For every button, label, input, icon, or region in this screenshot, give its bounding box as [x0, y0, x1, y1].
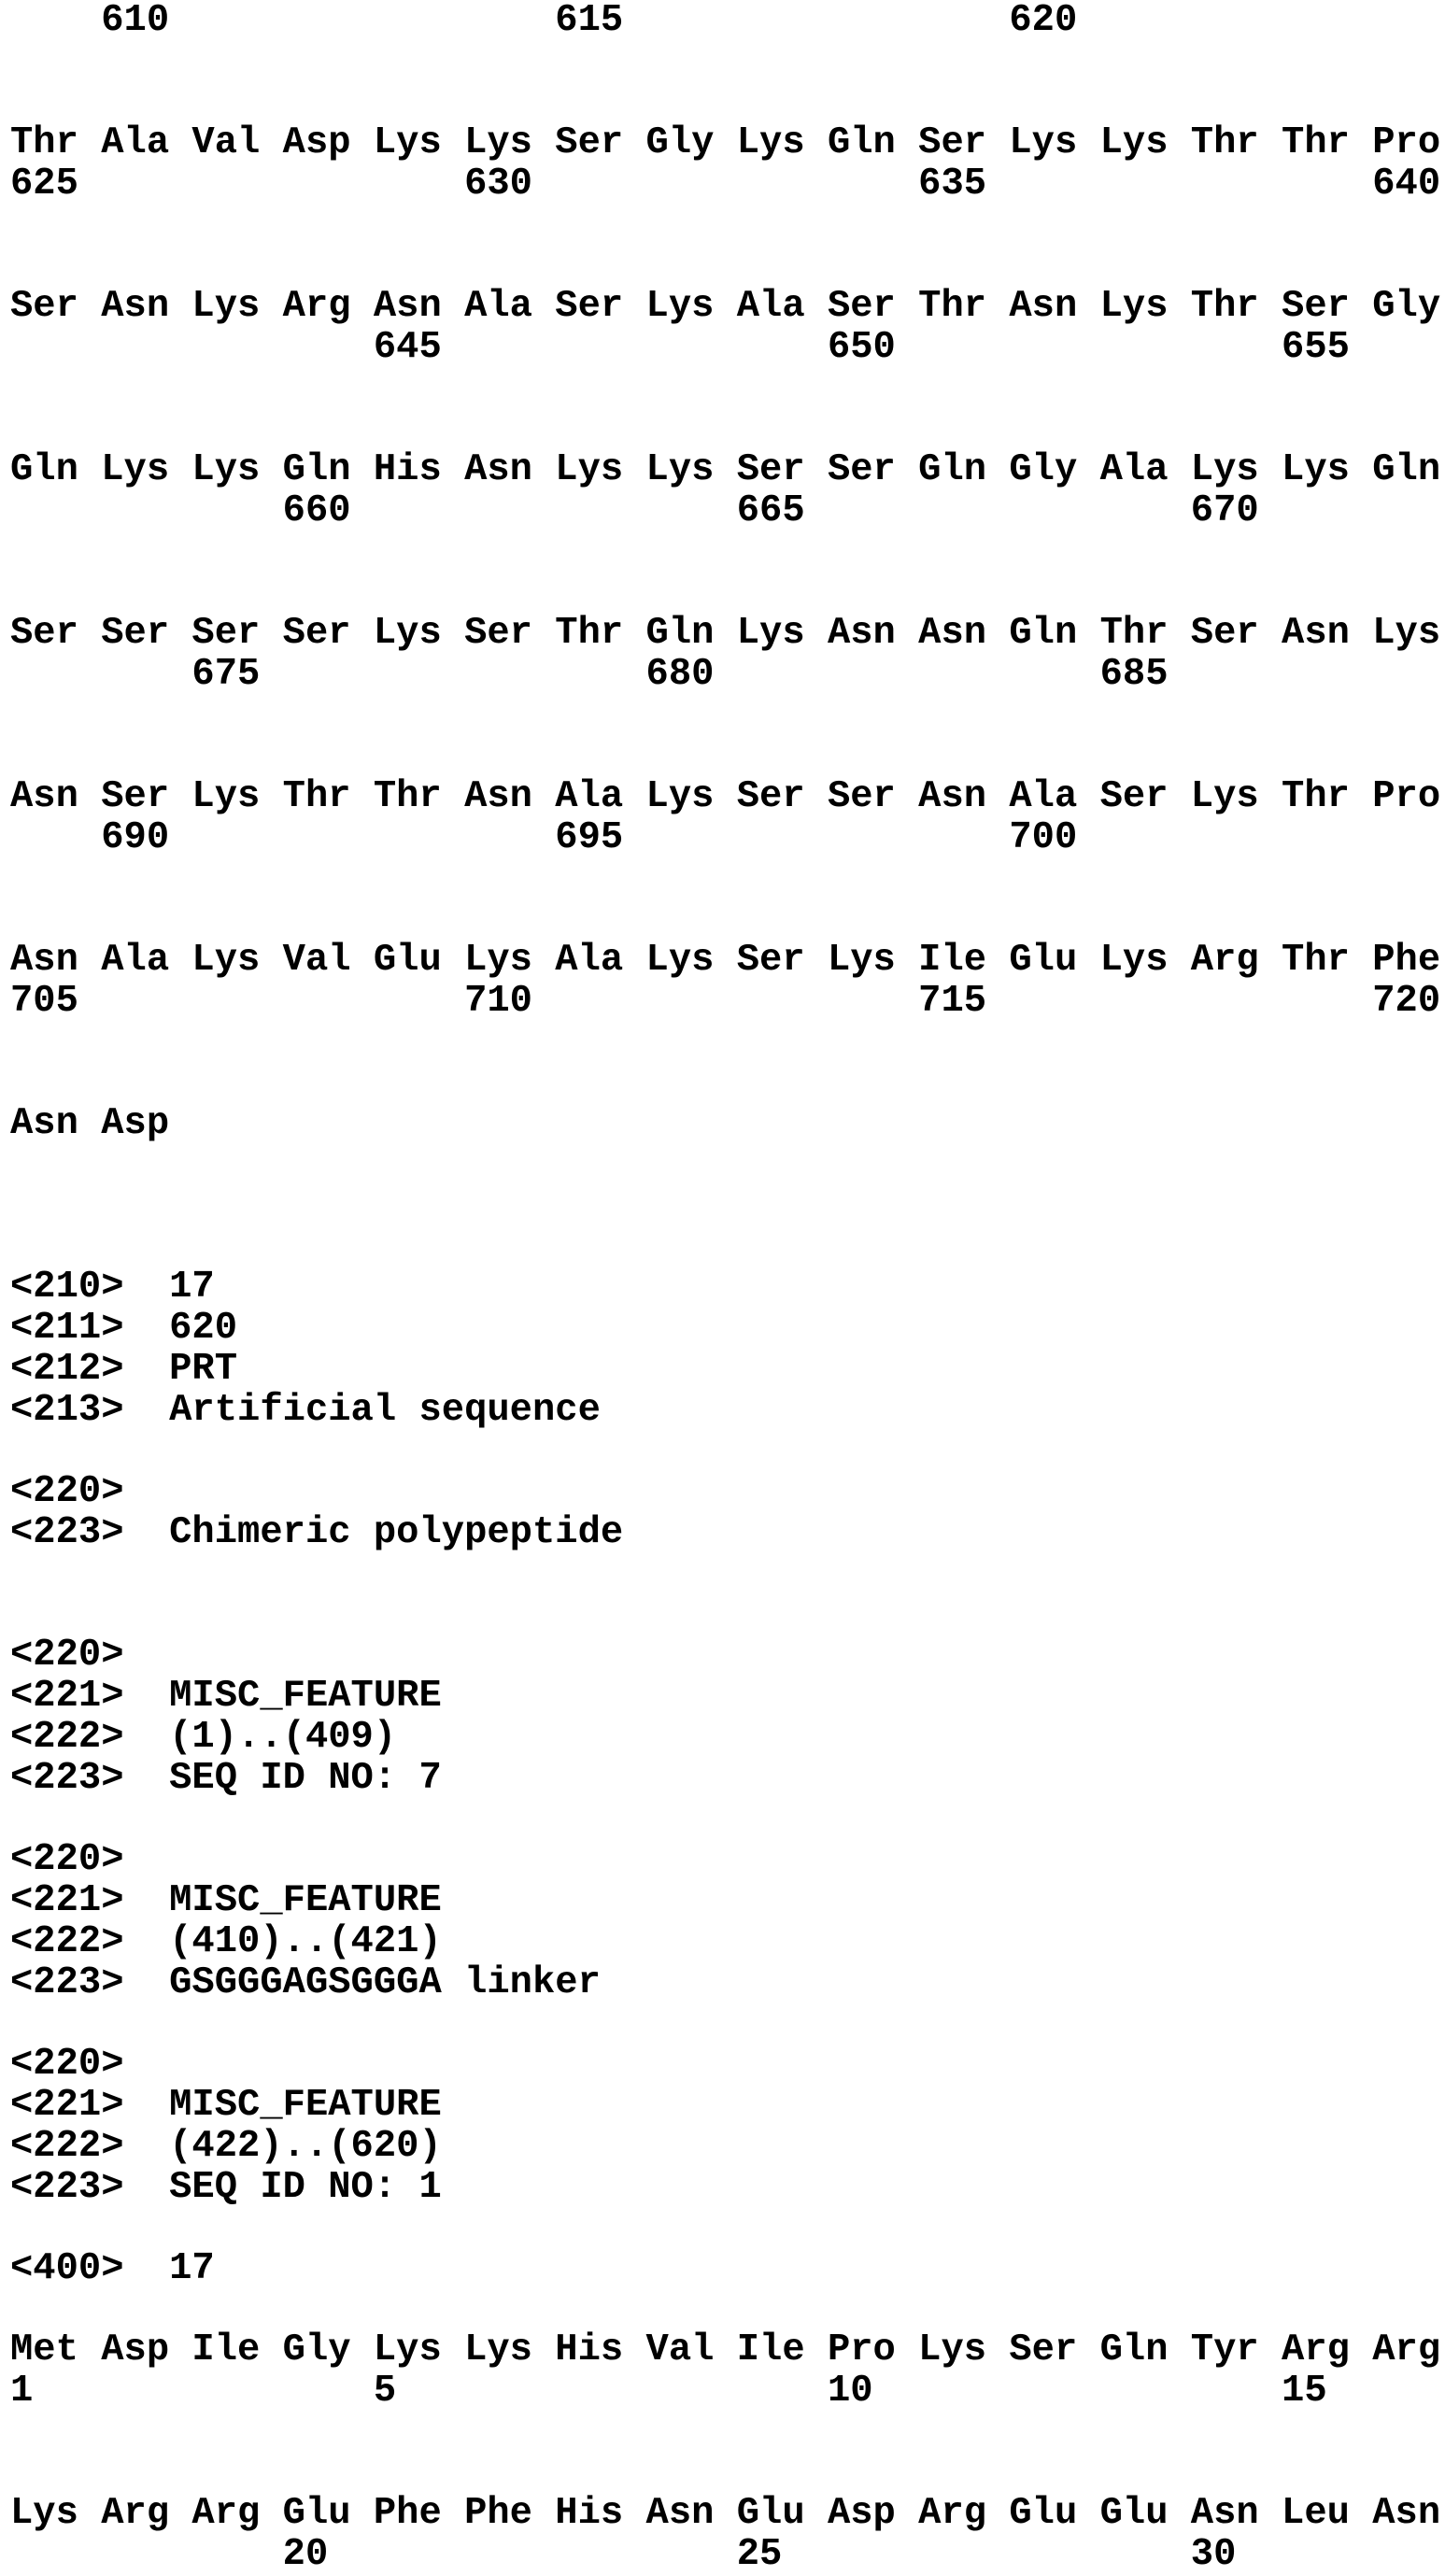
- sequence-start-line: <400> 17: [10, 2248, 215, 2289]
- feature-line: <220>: [10, 1635, 124, 1676]
- sequence-header-line: <220>: [10, 1471, 124, 1512]
- sequence-header-line: <212> PRT: [10, 1349, 237, 1390]
- feature-line: <221> MISC_FEATURE: [10, 2085, 442, 2126]
- feature-line: <222> (410)..(421): [10, 1921, 442, 1962]
- feature-line: <222> (1)..(409): [10, 1717, 396, 1758]
- position-number-row: 610 615 620: [10, 0, 1077, 41]
- residue-row: Lys Arg Arg Glu Phe Phe His Asn Glu Asp …: [10, 2493, 1440, 2534]
- sequence-header-line: <211> 620: [10, 1308, 237, 1349]
- position-number-row: 675 680 685: [10, 654, 1169, 695]
- feature-line: <221> MISC_FEATURE: [10, 1676, 442, 1717]
- feature-line: <221> MISC_FEATURE: [10, 1880, 442, 1921]
- feature-line: <220>: [10, 2044, 124, 2085]
- residue-row: Asn Ser Lys Thr Thr Asn Ala Lys Ser Ser …: [10, 776, 1440, 817]
- residue-row: Asn Ala Lys Val Glu Lys Ala Lys Ser Lys …: [10, 940, 1440, 981]
- position-number-row: 705 710 715 720: [10, 981, 1440, 1022]
- feature-line: <223> SEQ ID NO: 7: [10, 1758, 442, 1799]
- sequence-header-line: <213> Artificial sequence: [10, 1390, 601, 1431]
- position-number-row: 660 665 670: [10, 490, 1259, 531]
- sequence-header-line: <210> 17: [10, 1267, 215, 1308]
- residue-row: Asn Asp: [10, 1103, 169, 1144]
- residue-row: Gln Lys Lys Gln His Asn Lys Lys Ser Ser …: [10, 449, 1440, 490]
- residue-row: Thr Ala Val Asp Lys Lys Ser Gly Lys Gln …: [10, 122, 1440, 163]
- feature-line: <220>: [10, 1839, 124, 1880]
- sequence-header-line: <223> Chimeric polypeptide: [10, 1512, 623, 1553]
- position-number-row: 625 630 635 640: [10, 163, 1440, 205]
- position-number-row: 20 25 30: [10, 2534, 1236, 2575]
- position-number-row: 645 650 655: [10, 327, 1350, 368]
- residue-row: Met Asp Ile Gly Lys Lys His Val Ile Pro …: [10, 2329, 1440, 2371]
- residue-row: Ser Ser Ser Ser Lys Ser Thr Gln Lys Asn …: [10, 613, 1440, 654]
- position-number-row: 690 695 700: [10, 817, 1077, 858]
- residue-row: Ser Asn Lys Arg Asn Ala Ser Lys Ala Ser …: [10, 286, 1440, 327]
- position-number-row: 1 5 10 15: [10, 2371, 1327, 2412]
- feature-line: <223> SEQ ID NO: 1: [10, 2167, 442, 2208]
- feature-line: <223> GSGGGAGSGGGA linker: [10, 1962, 601, 2003]
- feature-line: <222> (422)..(620): [10, 2126, 442, 2167]
